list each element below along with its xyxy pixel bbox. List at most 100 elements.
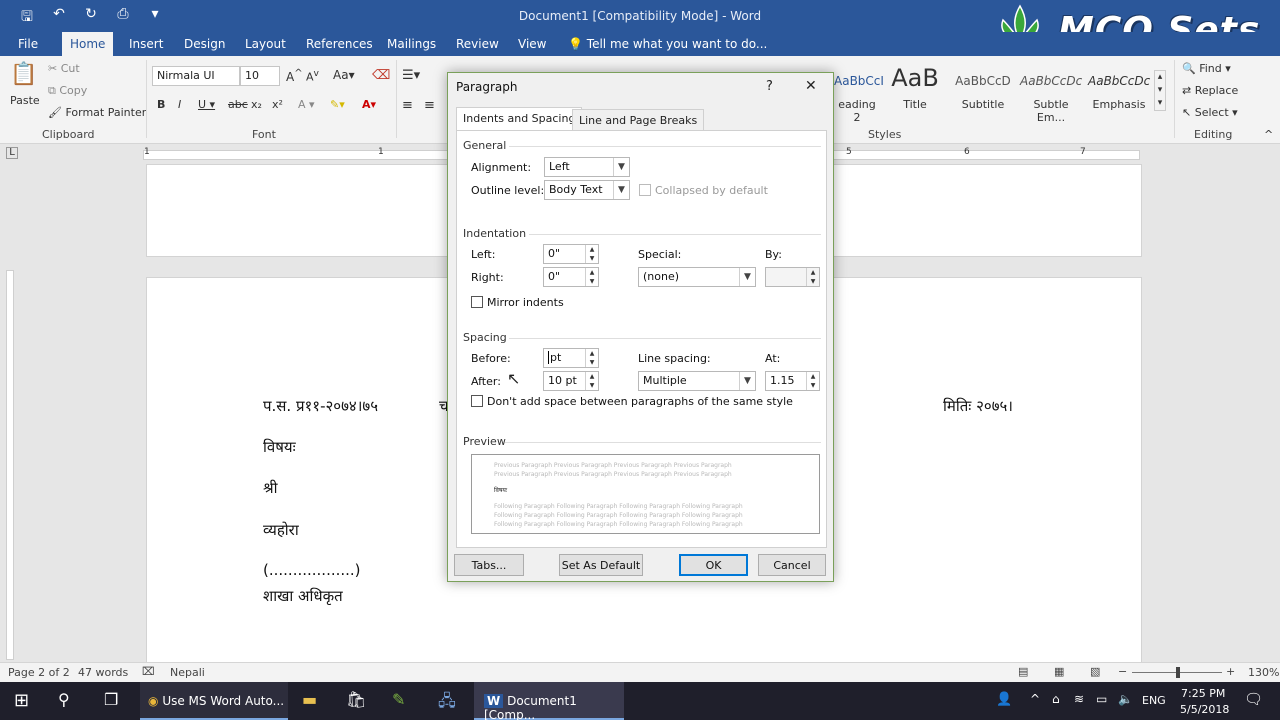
format-painter-button[interactable]: 🖌 Format Painter bbox=[48, 106, 146, 119]
battery-icon[interactable]: ▭ bbox=[1096, 692, 1107, 706]
bold-icon[interactable]: B bbox=[157, 98, 165, 111]
store-icon[interactable]: 🛍 bbox=[346, 690, 366, 709]
tab-indents-and-spacing[interactable]: Indents and Spacing bbox=[456, 107, 583, 131]
style-emphasis-preview[interactable]: AaBbCcDc bbox=[1088, 74, 1150, 88]
bullets-icon[interactable]: ☰▾ bbox=[402, 68, 420, 83]
text-effects-icon[interactable]: A ▾ bbox=[298, 98, 315, 111]
paste-button[interactable]: Paste bbox=[10, 94, 40, 107]
copy-button[interactable]: ⧉ Copy bbox=[48, 84, 87, 98]
spinner-arrows-icon[interactable]: ▲ ▼ bbox=[806, 268, 819, 286]
style-subtitle-preview[interactable]: AaBbCcD bbox=[952, 74, 1014, 88]
taskbar-app-word[interactable]: W Document1 [Comp... bbox=[474, 682, 624, 720]
dont-add-space-checkbox[interactable] bbox=[471, 395, 483, 407]
paste-icon[interactable]: 📋 bbox=[10, 62, 37, 87]
tab-file[interactable]: File bbox=[18, 37, 38, 51]
shrink-font-icon[interactable]: Av bbox=[306, 68, 319, 84]
tell-me-search[interactable]: 💡 Tell me what you want to do... bbox=[568, 37, 767, 51]
spinner-arrows-icon[interactable]: ▲ ▼ bbox=[585, 268, 598, 286]
select-button[interactable]: ↖ Select ▾ bbox=[1182, 106, 1238, 119]
strikethrough-icon[interactable]: abc bbox=[228, 98, 248, 111]
print-layout-icon[interactable]: ▦ bbox=[1054, 665, 1064, 678]
grow-font-icon[interactable]: A^ bbox=[286, 68, 303, 84]
spinner-arrows-icon[interactable]: ▲ ▼ bbox=[585, 349, 598, 367]
tab-line-and-page-breaks[interactable]: Line and Page Breaks bbox=[572, 109, 705, 131]
collapsed-by-default-checkbox[interactable] bbox=[639, 184, 651, 196]
close-icon[interactable]: ✕ bbox=[805, 78, 817, 94]
tab-layout[interactable]: Layout bbox=[245, 37, 286, 51]
set-as-default-button[interactable]: Set As Default bbox=[559, 554, 643, 576]
zoom-slider-thumb[interactable] bbox=[1176, 667, 1180, 678]
search-icon[interactable]: ⚲ bbox=[58, 690, 70, 709]
tabs-button[interactable]: Tabs... bbox=[454, 554, 524, 576]
collapse-ribbon-icon[interactable]: ^ bbox=[1264, 128, 1273, 141]
at-input[interactable]: 1.15 ▲ ▼ bbox=[765, 371, 820, 391]
people-icon[interactable]: 👤 bbox=[996, 692, 1012, 707]
tray-expand-icon[interactable]: ^ bbox=[1030, 692, 1040, 706]
indent-right-input[interactable]: 0" ▲ ▼ bbox=[543, 267, 599, 287]
outline-level-select[interactable]: Body Text ▼ bbox=[544, 180, 630, 200]
word-count[interactable]: 47 words bbox=[78, 666, 128, 679]
underline-icon[interactable]: U ▾ bbox=[198, 98, 215, 111]
windows-start-icon[interactable]: ⊞ bbox=[14, 690, 29, 711]
proofing-icon[interactable]: ⌧ bbox=[142, 665, 155, 678]
help-icon[interactable]: ? bbox=[766, 79, 773, 94]
subscript-icon[interactable]: x₂ bbox=[251, 98, 262, 111]
network-icon[interactable]: ⌂ bbox=[1052, 692, 1060, 706]
task-view-icon[interactable]: ❐ bbox=[104, 690, 118, 709]
tab-mailings[interactable]: Mailings bbox=[387, 37, 436, 51]
spacing-after-input[interactable]: 10 pt ▲ ▼ bbox=[543, 371, 599, 391]
network-app-icon[interactable]: 🖧 bbox=[438, 690, 456, 717]
tab-design[interactable]: Design bbox=[184, 37, 225, 51]
read-mode-icon[interactable]: ▤ bbox=[1018, 665, 1028, 678]
taskbar-app-chrome[interactable]: ◉ Use MS Word Auto... bbox=[140, 682, 288, 720]
tab-insert[interactable]: Insert bbox=[129, 37, 163, 51]
spinner-arrows-icon[interactable]: ▲ ▼ bbox=[806, 372, 819, 390]
cut-button[interactable]: ✂ Cut bbox=[48, 62, 80, 75]
font-size-box[interactable]: 10 bbox=[240, 66, 280, 86]
cancel-button[interactable]: Cancel bbox=[758, 554, 826, 576]
tab-review[interactable]: Review bbox=[456, 37, 499, 51]
wifi-icon[interactable]: ≋ bbox=[1074, 692, 1084, 706]
mirror-indents-checkbox[interactable] bbox=[471, 296, 483, 308]
tab-home[interactable]: Home bbox=[62, 32, 114, 56]
tab-view[interactable]: View bbox=[518, 37, 546, 51]
zoom-in-icon[interactable]: + bbox=[1226, 665, 1235, 678]
superscript-icon[interactable]: x² bbox=[272, 98, 283, 111]
volume-icon[interactable]: 🔈 bbox=[1118, 692, 1133, 706]
style-title-preview[interactable]: AaB bbox=[886, 64, 944, 92]
highlight-icon[interactable]: ✎▾ bbox=[330, 98, 345, 111]
page-count[interactable]: Page 2 of 2 bbox=[8, 666, 70, 679]
notifications-icon[interactable]: 🗨 bbox=[1244, 690, 1263, 708]
font-name-box[interactable]: Nirmala UI bbox=[152, 66, 240, 86]
zoom-out-icon[interactable]: − bbox=[1118, 665, 1127, 678]
replace-button[interactable]: ⇄ Replace bbox=[1182, 84, 1238, 97]
align-center-icon[interactable]: ≡ bbox=[424, 98, 435, 113]
web-layout-icon[interactable]: ▧ bbox=[1090, 665, 1100, 678]
by-input[interactable]: ▲ ▼ bbox=[765, 267, 820, 287]
indent-left-input[interactable]: 0" ▲ ▼ bbox=[543, 244, 599, 264]
find-button[interactable]: 🔍 Find ▾ bbox=[1182, 62, 1231, 75]
language-indicator[interactable]: Nepali bbox=[170, 666, 205, 679]
change-case-icon[interactable]: Aa▾ bbox=[333, 68, 355, 82]
tab-selector-icon[interactable]: L bbox=[6, 147, 18, 159]
zoom-level[interactable]: 130% bbox=[1248, 666, 1279, 679]
font-color-icon[interactable]: A▾ bbox=[362, 98, 376, 111]
input-language[interactable]: ENG bbox=[1142, 694, 1166, 707]
file-explorer-icon[interactable]: ▬ bbox=[302, 690, 317, 709]
align-left-icon[interactable]: ≡ bbox=[402, 98, 413, 113]
style-heading2-preview[interactable]: AaBbCcI bbox=[834, 74, 884, 88]
line-spacing-select[interactable]: Multiple ▼ bbox=[638, 371, 756, 391]
tab-references[interactable]: References bbox=[306, 37, 373, 51]
italic-icon[interactable]: I bbox=[178, 98, 181, 111]
notepad-icon[interactable]: ✎ bbox=[392, 690, 405, 709]
ok-button[interactable]: OK bbox=[679, 554, 748, 576]
spacing-before-input[interactable]: pt ▲ ▼ bbox=[543, 348, 599, 368]
vertical-ruler[interactable] bbox=[6, 270, 14, 660]
clock-time[interactable]: 7:25 PM bbox=[1181, 687, 1225, 700]
styles-scroll-icon[interactable]: ▴ ▾ ▾ bbox=[1154, 70, 1166, 111]
special-select[interactable]: (none) ▼ bbox=[638, 267, 756, 287]
alignment-select[interactable]: Left ▼ bbox=[544, 157, 630, 177]
clock-date[interactable]: 5/5/2018 bbox=[1180, 703, 1229, 716]
spinner-arrows-icon[interactable]: ▲ ▼ bbox=[585, 245, 598, 263]
clear-format-icon[interactable]: ⌫ bbox=[372, 68, 390, 83]
